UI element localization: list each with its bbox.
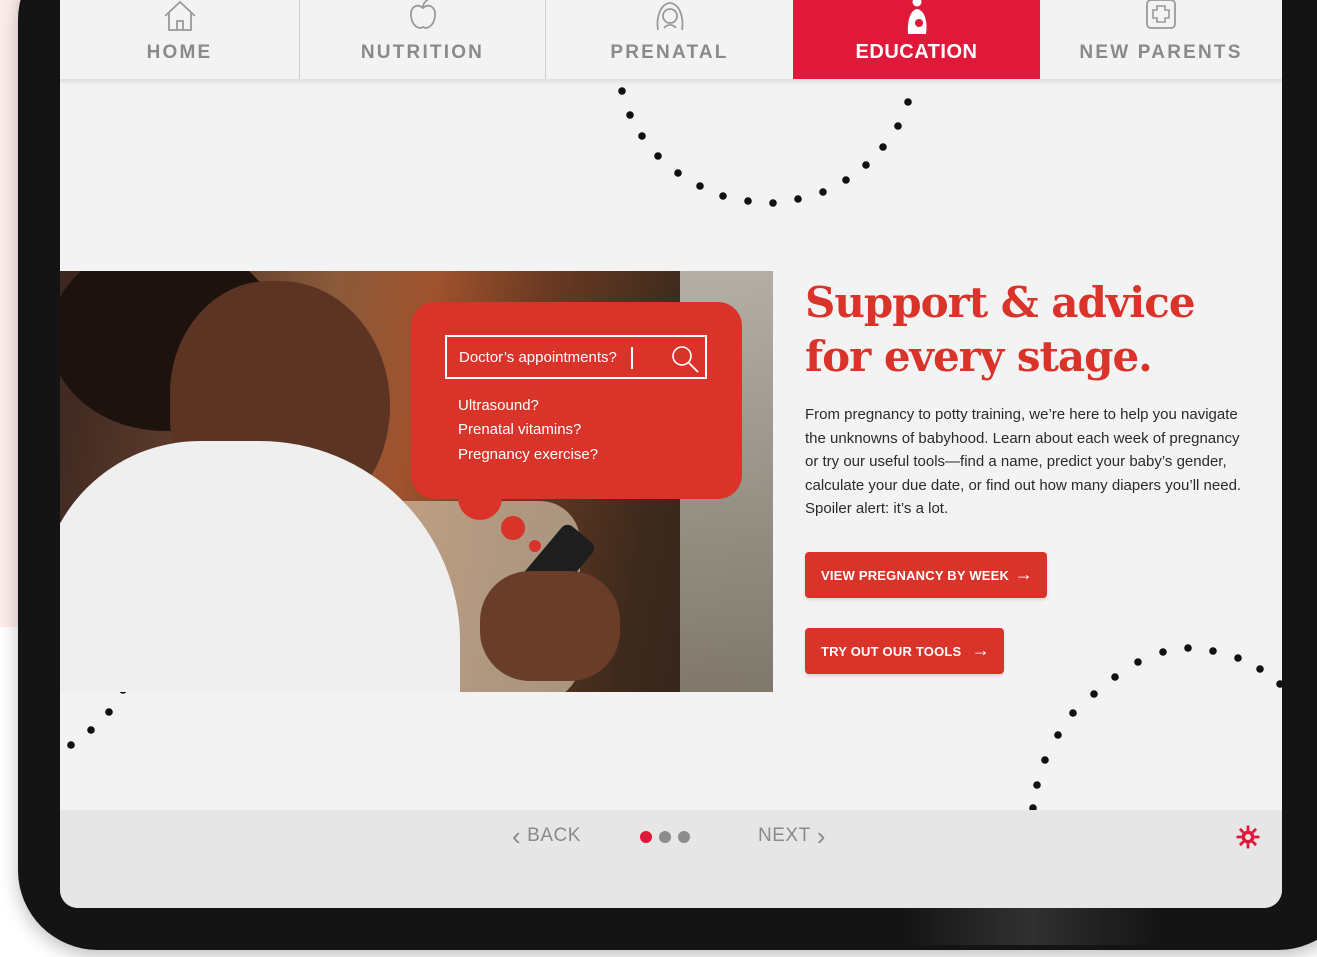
search-icon[interactable] (669, 343, 701, 375)
headline-line-1: Support & advice (805, 278, 1196, 327)
text-caret (631, 347, 633, 369)
search-query: Doctor’s appointments? (459, 349, 617, 366)
view-pregnancy-by-week-button[interactable]: VIEW PREGNANCY BY WEEK → (805, 552, 1047, 598)
chevron-right-icon: › (816, 820, 826, 851)
page-dot[interactable] (678, 831, 690, 843)
back-label: BACK (527, 825, 581, 846)
next-button[interactable]: NEXT › (758, 820, 826, 851)
arrow-right-icon: → (1014, 564, 1033, 584)
settings-gear-icon[interactable] (1236, 825, 1260, 849)
next-label: NEXT (758, 825, 811, 846)
tablet-screen: HOME NUTRITION PRENATAL EDUCATION NEW PA… (60, 0, 1282, 908)
search-suggestion[interactable]: Prenatal vitamins? (458, 421, 581, 438)
photo-shirt (60, 441, 460, 692)
page-indicator (640, 831, 690, 843)
page-dot[interactable] (659, 831, 671, 843)
button-label: VIEW PREGNANCY BY WEEK (821, 567, 1010, 583)
bubble-dot (501, 516, 525, 540)
headline-line-2: for every stage. (805, 332, 1153, 381)
photo-hand (480, 571, 620, 681)
arrow-right-icon: → (971, 640, 990, 660)
bubble-dot (529, 540, 541, 552)
hero-paragraph: From pregnancy to potty training, we’re … (805, 406, 1242, 517)
page-title: Support & advice for every stage. (805, 276, 1265, 384)
search-input[interactable]: Doctor’s appointments? (445, 335, 707, 379)
search-suggestion[interactable]: Ultrasound? (458, 397, 539, 414)
chevron-left-icon: ‹ (512, 820, 522, 851)
tablet-sheen (900, 905, 1160, 945)
page-dot-active[interactable] (640, 831, 652, 843)
try-out-our-tools-button[interactable]: TRY OUT OUR TOOLS → (805, 628, 1004, 674)
button-label: TRY OUT OUR TOOLS (821, 643, 962, 659)
footer-bar: ‹ BACK NEXT › (60, 810, 1282, 908)
search-suggestion[interactable]: Pregnancy exercise? (458, 446, 598, 463)
back-button[interactable]: ‹ BACK (512, 820, 581, 851)
